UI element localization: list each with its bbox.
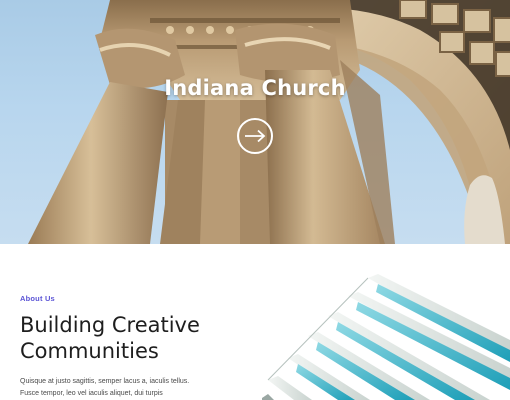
hero-section: Indiana Church: [0, 0, 510, 244]
about-text-line1: Quisque at justo sagittis, semper lacus …: [20, 378, 190, 385]
modern-building-illustration: [262, 274, 510, 400]
about-heading-line2: Communities: [20, 339, 159, 363]
arrow-right-icon: [245, 129, 266, 143]
about-heading: Building Creative Communities: [20, 312, 270, 364]
about-eyebrow-label: About Us: [20, 294, 55, 303]
about-text-line2: Fusce tempor, leo vel iaculis aliquet, d…: [20, 390, 163, 397]
hero-arrow-button[interactable]: [237, 118, 273, 154]
about-heading-line1: Building Creative: [20, 313, 200, 337]
hero-title: Indiana Church: [164, 76, 346, 100]
about-description: Quisque at justo sagittis, semper lacus …: [20, 376, 260, 400]
building-image: [250, 270, 510, 400]
